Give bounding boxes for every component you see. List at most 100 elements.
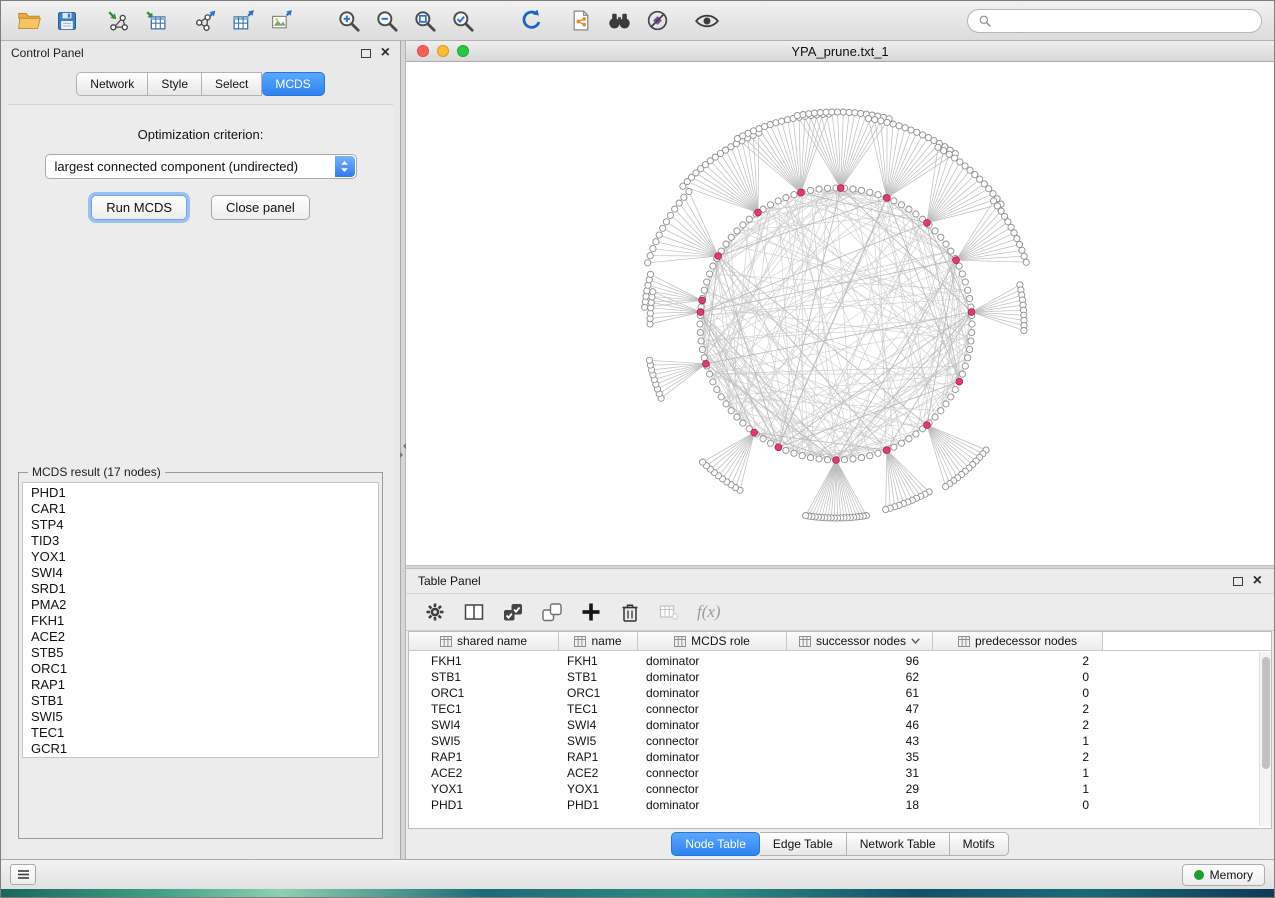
column-header[interactable]: successor nodes (787, 632, 933, 650)
mcds-result-item[interactable]: SWI5 (23, 709, 378, 725)
table-cell: dominator (638, 717, 787, 733)
mcds-result-item[interactable]: YOX1 (23, 549, 378, 565)
mcds-result-item[interactable]: SRD1 (23, 581, 378, 597)
import-network-button[interactable] (101, 5, 133, 37)
mcds-result-item[interactable]: CAR1 (23, 501, 378, 517)
mcds-result-item[interactable]: TEC1 (23, 725, 378, 741)
tab-select[interactable]: Select (202, 72, 262, 96)
float-table-panel-icon[interactable] (1233, 577, 1243, 586)
table-cell: 62 (787, 669, 933, 685)
table-grid-icon (799, 636, 811, 647)
table-panel-title: Table Panel (418, 574, 481, 588)
table-grid-icon (958, 636, 970, 647)
global-search-box[interactable] (967, 9, 1262, 33)
tab-network-table[interactable]: Network Table (847, 832, 950, 856)
search-network-button[interactable] (603, 5, 635, 37)
window-zoom-icon[interactable] (457, 45, 469, 57)
table-row[interactable]: SWI5SWI5connector431 (409, 733, 1271, 749)
column-menu-icon[interactable] (911, 638, 920, 644)
table-settings-button[interactable] (424, 601, 446, 623)
table-cell: 2 (933, 717, 1103, 733)
show-columns-button[interactable] (463, 601, 485, 623)
mcds-result-item[interactable]: SWI4 (23, 565, 378, 581)
tab-network[interactable]: Network (76, 72, 148, 96)
mcds-result-item[interactable]: PMA2 (23, 597, 378, 613)
search-input[interactable] (998, 14, 1251, 28)
run-mcds-button[interactable]: Run MCDS (91, 195, 187, 220)
table-row[interactable]: FKH1FKH1dominator962 (409, 653, 1271, 669)
column-header[interactable]: shared name (409, 632, 559, 650)
mcds-result-item[interactable]: FKH1 (23, 613, 378, 629)
tab-mcds[interactable]: MCDS (262, 72, 324, 96)
float-panel-icon[interactable] (361, 49, 371, 58)
column-header[interactable]: predecessor nodes (933, 632, 1103, 650)
mcds-result-item[interactable]: ORC1 (23, 661, 378, 677)
zoom-selected-icon (450, 8, 476, 34)
table-cell: connector (638, 765, 787, 781)
select-all-button[interactable] (502, 602, 524, 623)
zoom-selected-button[interactable] (447, 5, 479, 37)
mcds-result-item[interactable]: ACE2 (23, 629, 378, 645)
memory-button[interactable]: Memory (1182, 864, 1265, 886)
tab-style[interactable]: Style (148, 72, 202, 96)
column-header[interactable]: name (559, 632, 638, 650)
table-cell: 43 (787, 733, 933, 749)
network-window-titlebar[interactable]: YPA_prune.txt_1 (406, 41, 1274, 62)
table-cell: 47 (787, 701, 933, 717)
share-document-button[interactable] (565, 5, 597, 37)
table-cell: SWI5 (409, 733, 559, 749)
mcds-result-item[interactable]: STB5 (23, 645, 378, 661)
mcds-result-item[interactable]: STP4 (23, 517, 378, 533)
export-table-button[interactable] (227, 5, 259, 37)
zoom-fit-button[interactable] (409, 5, 441, 37)
table-row[interactable]: SWI4SWI4dominator462 (409, 717, 1271, 733)
zoom-out-button[interactable] (371, 5, 403, 37)
scrollbar-thumb[interactable] (1262, 657, 1270, 769)
window-minimize-icon[interactable] (437, 45, 449, 57)
delete-column-button[interactable] (619, 601, 641, 623)
save-session-button[interactable] (51, 5, 83, 37)
table-scrollbar[interactable] (1259, 652, 1271, 826)
add-column-button[interactable] (580, 601, 602, 623)
show-hide-button[interactable] (691, 5, 723, 37)
table-cell: 0 (933, 685, 1103, 701)
status-menu-button[interactable] (10, 864, 36, 885)
tab-motifs[interactable]: Motifs (950, 832, 1009, 856)
window-close-icon[interactable] (417, 45, 429, 57)
close-panel-icon[interactable]: × (381, 47, 390, 59)
close-table-panel-icon[interactable]: × (1253, 575, 1262, 587)
open-folder-icon (16, 8, 42, 34)
export-image-button[interactable] (265, 5, 297, 37)
criterion-select[interactable]: largest connected component (undirected) (45, 154, 357, 179)
mcds-result-item[interactable]: GCR1 (23, 741, 378, 757)
mcds-result-item[interactable]: RAP1 (23, 677, 378, 693)
zoom-in-button[interactable] (333, 5, 365, 37)
open-session-button[interactable] (13, 5, 45, 37)
import-table-button[interactable] (139, 5, 171, 37)
export-network-button[interactable] (189, 5, 221, 37)
tab-node-table[interactable]: Node Table (671, 832, 760, 856)
mcds-result-item[interactable]: PHD1 (23, 485, 378, 501)
application-window: Control Panel × NetworkStyleSelectMCDS O… (0, 0, 1275, 898)
table-row[interactable]: PHD1PHD1dominator180 (409, 797, 1271, 813)
deselect-all-button[interactable] (541, 602, 563, 623)
columns-icon (463, 601, 485, 623)
table-row[interactable]: YOX1YOX1connector291 (409, 781, 1271, 797)
table-row[interactable]: TEC1TEC1connector472 (409, 701, 1271, 717)
table-row[interactable]: STB1STB1dominator620 (409, 669, 1271, 685)
column-header[interactable]: MCDS role (638, 632, 787, 650)
table-cell: RAP1 (559, 749, 638, 765)
mcds-result-list[interactable]: PHD1CAR1STP4TID3YOX1SWI4SRD1PMA2FKH1ACE2… (22, 482, 379, 758)
mcds-result-item[interactable]: STB1 (23, 693, 378, 709)
table-row[interactable]: ACE2ACE2connector311 (409, 765, 1271, 781)
close-panel-button[interactable]: Close panel (211, 195, 310, 220)
mcds-result-item[interactable]: TID3 (23, 533, 378, 549)
table-row[interactable]: ORC1ORC1dominator610 (409, 685, 1271, 701)
tab-edge-table[interactable]: Edge Table (760, 832, 847, 856)
graphics-details-button[interactable] (641, 5, 673, 37)
table-row[interactable]: RAP1RAP1dominator352 (409, 749, 1271, 765)
table-grid-icon (440, 636, 452, 647)
control-panel: Control Panel × NetworkStyleSelectMCDS O… (1, 41, 401, 859)
apply-layout-button[interactable] (515, 5, 547, 37)
network-canvas[interactable] (406, 62, 1274, 565)
